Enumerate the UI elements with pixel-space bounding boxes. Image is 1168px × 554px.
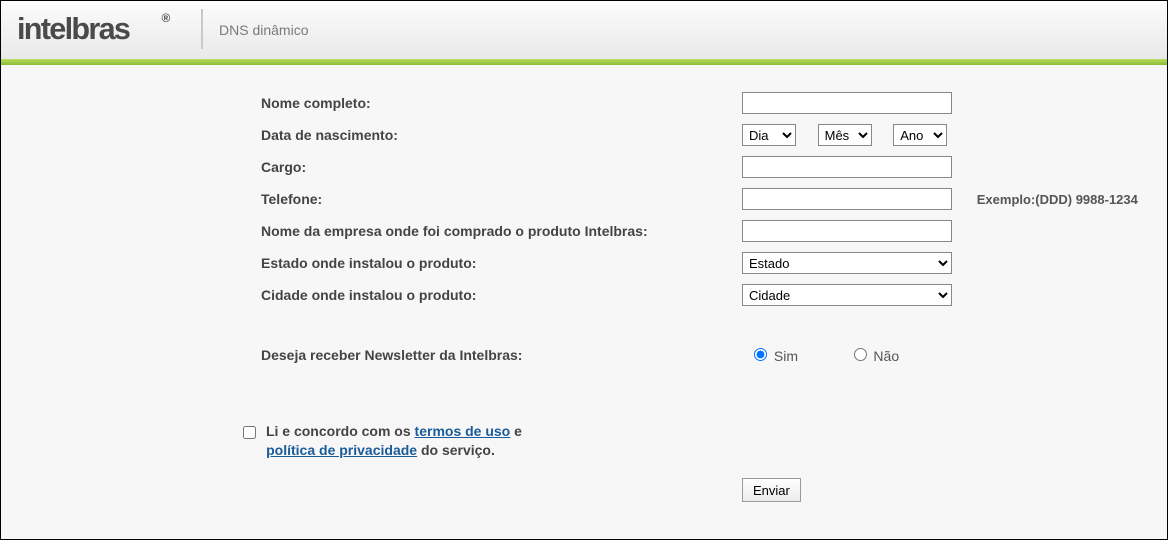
terms-mid: e <box>514 423 522 439</box>
newsletter-yes-option[interactable]: Sim <box>742 348 802 364</box>
submit-button[interactable]: Enviar <box>742 478 801 502</box>
terms-suffix: do serviço. <box>421 442 495 458</box>
brand-text: intelbras <box>17 12 130 46</box>
terms-link[interactable]: termos de uso <box>415 423 511 439</box>
terms-checkbox[interactable] <box>243 426 256 439</box>
newsletter-yes-text: Sim <box>774 348 798 364</box>
newsletter-no-radio[interactable] <box>854 348 867 361</box>
page-subtitle: DNS dinâmico <box>219 22 308 38</box>
fullname-input[interactable] <box>742 92 952 114</box>
header-bar: intelbras ® DNS dinâmico <box>1 1 1167 59</box>
dob-month-select[interactable]: Mês <box>818 124 872 146</box>
city-select[interactable]: Cidade <box>742 284 952 306</box>
privacy-link[interactable]: política de privacidade <box>266 442 417 458</box>
jobtitle-label: Cargo: <box>21 155 741 179</box>
phone-hint: Exemplo:(DDD) 9988-1234 <box>963 187 1147 211</box>
jobtitle-input[interactable] <box>742 156 952 178</box>
phone-input[interactable] <box>742 188 952 210</box>
fullname-label: Nome completo: <box>21 91 741 115</box>
dob-year-select[interactable]: Ano <box>893 124 947 146</box>
terms-cell: Li e concordo com os termos de uso e pol… <box>21 373 741 466</box>
dob-label: Data de nascimento: <box>21 123 741 147</box>
newsletter-no-text: Não <box>873 348 899 364</box>
newsletter-no-option[interactable]: Não <box>842 348 900 364</box>
state-label: Estado onde instalou o produto: <box>21 251 741 275</box>
brand-logo: intelbras ® <box>17 9 187 49</box>
header-divider <box>201 9 203 49</box>
svg-text:®: ® <box>161 12 170 25</box>
company-label: Nome da empresa onde foi comprado o prod… <box>21 219 741 243</box>
company-input[interactable] <box>742 220 952 242</box>
newsletter-label: Deseja receber Newsletter da Intelbras: <box>21 315 741 365</box>
terms-prefix: Li e concordo com os <box>266 423 415 439</box>
phone-label: Telefone: <box>21 187 741 211</box>
dob-day-select[interactable]: Dia <box>742 124 796 146</box>
form-panel: Nome completo: Data de nascimento: Dia M… <box>1 65 1167 539</box>
city-label: Cidade onde instalou o produto: <box>21 283 741 307</box>
newsletter-yes-radio[interactable] <box>754 348 767 361</box>
state-select[interactable]: Estado <box>742 252 952 274</box>
